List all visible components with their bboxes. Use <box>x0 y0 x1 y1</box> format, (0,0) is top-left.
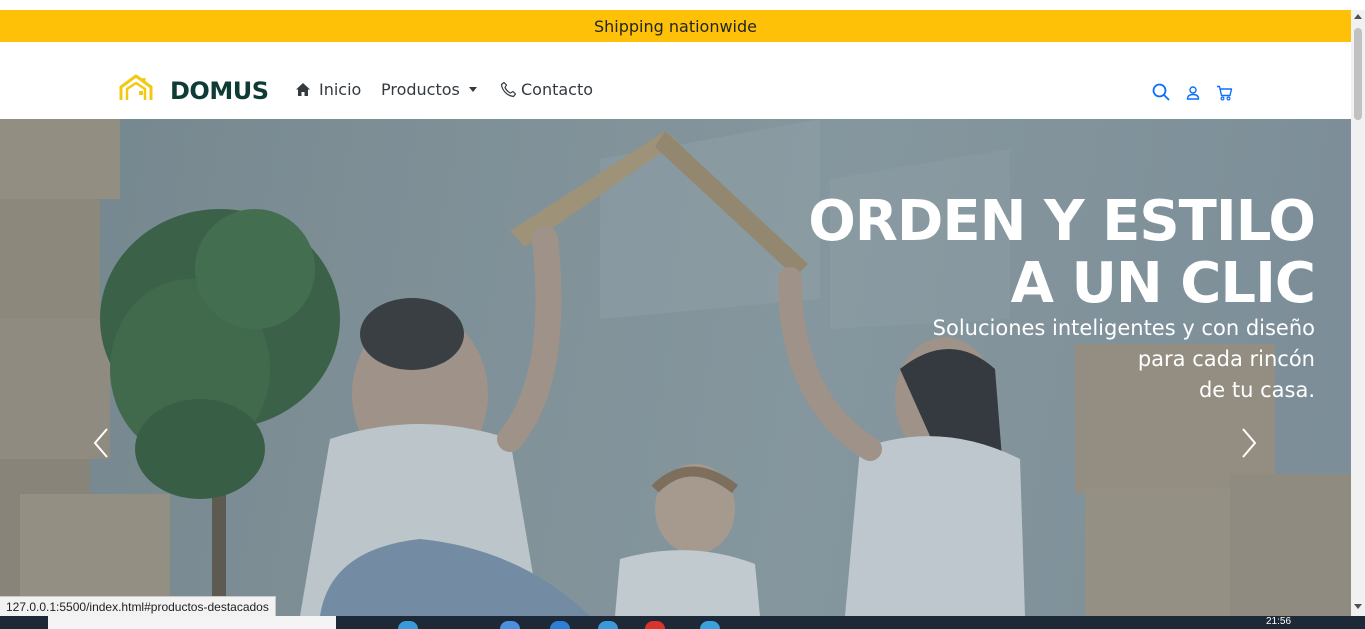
chevron-right-icon[interactable] <box>1240 427 1258 464</box>
nav-item-contacto[interactable]: Contacto <box>500 80 593 99</box>
hero-subtitle-line: Soluciones inteligentes y con diseño <box>932 316 1315 340</box>
hero-title-line: ORDEN Y ESTILO <box>808 189 1316 254</box>
nav-item-inicio[interactable]: Inicio <box>295 80 361 99</box>
promo-bar: Shipping nationwide <box>0 10 1351 42</box>
hero-subtitle-line: para cada rincón <box>1137 347 1315 371</box>
chevron-down-icon <box>468 87 477 92</box>
phone-icon <box>500 81 517 98</box>
brand-logo[interactable]: DOMUS <box>118 74 269 107</box>
scroll-down-icon[interactable] <box>1354 604 1362 609</box>
taskbar-app-icon[interactable] <box>550 621 570 629</box>
hero-carousel: ORDEN Y ESTILO A UN CLIC Soluciones inte… <box>0 119 1351 616</box>
taskbar-app-icon[interactable] <box>398 621 418 629</box>
scroll-up-icon[interactable] <box>1354 14 1362 19</box>
navbar: DOMUS Inicio Productos Contacto <box>0 42 1351 119</box>
cart-icon[interactable] <box>1216 85 1233 106</box>
brand-name: DOMUS <box>170 76 269 105</box>
user-icon[interactable] <box>1186 86 1200 105</box>
taskbar-app-icon[interactable] <box>598 621 618 629</box>
hero-subtitle: Soluciones inteligentes y con diseño par… <box>895 313 1315 406</box>
taskbar-app-icon[interactable] <box>700 621 720 629</box>
promo-text: Shipping nationwide <box>593 16 757 36</box>
page-scrollbar[interactable] <box>1351 10 1365 616</box>
scroll-thumb[interactable] <box>1354 28 1362 120</box>
taskbar-clock: 21:56 <box>1266 616 1292 627</box>
nav-item-label: Productos <box>381 80 460 99</box>
top-strip <box>0 0 1351 10</box>
hero-title: ORDEN Y ESTILO A UN CLIC <box>755 189 1316 316</box>
hero-title-line: A UN CLIC <box>1010 251 1316 316</box>
hero-subtitle-line: de tu casa. <box>1198 378 1315 402</box>
nav-item-label: Contacto <box>521 80 594 99</box>
search-icon[interactable] <box>1152 83 1170 106</box>
taskbar-app-icon[interactable] <box>645 621 665 629</box>
chevron-left-icon[interactable] <box>92 427 110 464</box>
home-icon <box>295 82 311 97</box>
taskbar-app-icon[interactable] <box>500 621 520 629</box>
taskbar-search[interactable] <box>48 616 336 629</box>
os-taskbar: 21:56 <box>0 616 1365 629</box>
nav-item-productos[interactable]: Productos <box>381 80 477 99</box>
house-logo-icon <box>118 74 154 107</box>
status-bar-url: 127.0.0.1:5500/index.html#productos-dest… <box>0 596 276 618</box>
nav-item-label: Inicio <box>319 80 362 99</box>
